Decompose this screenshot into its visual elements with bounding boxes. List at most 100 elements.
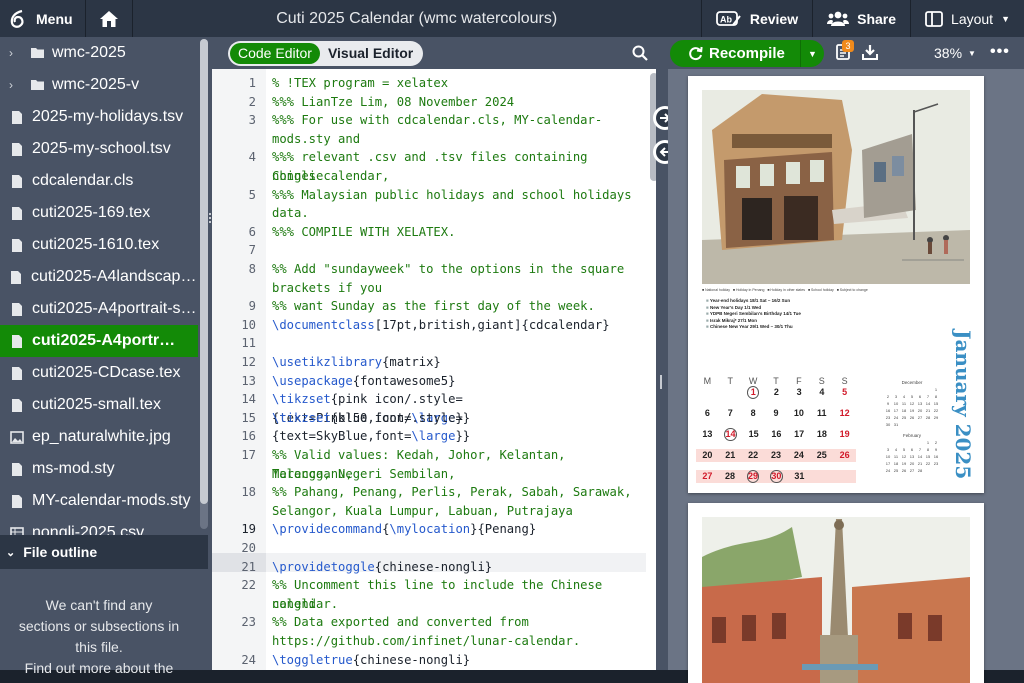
calendar-week-row: 6 7 8 9 10 11 12 [696, 407, 856, 428]
share-button[interactable]: Share [813, 0, 910, 37]
code-line[interactable]: \providecommand{\mylocation}{Penang} [272, 520, 644, 539]
mini-calendar-day: 6 [910, 447, 914, 452]
logs-button[interactable]: 3 [836, 40, 854, 65]
holiday-entry: YDPB Negeri Sembilan's Birthday 14/1 Tue [706, 311, 801, 318]
file-tree-item[interactable]: cuti2025-A4portrait-s… [0, 293, 198, 325]
review-icon: Ab [715, 10, 741, 26]
project-title[interactable]: Cuti 2025 Calendar (wmc watercolours) [133, 10, 701, 28]
home-button[interactable] [86, 0, 132, 37]
file-tree-item[interactable]: cuti2025-1610.tex [0, 229, 198, 261]
code-line[interactable]: %% Pahang, Penang, Perlis, Perak, Sabah,… [272, 483, 644, 502]
pdf-viewer[interactable]: ■ National holiday ■ Holiday in Penang ■… [668, 69, 1024, 683]
file-tree-item[interactable]: cuti2025-169.tex [0, 197, 198, 229]
mini-calendar-blank [900, 387, 908, 392]
code-line[interactable]: mods.sty and [272, 130, 644, 149]
layout-label: Layout [951, 10, 994, 27]
recompile-options-button[interactable]: ▼ [800, 40, 824, 67]
layout-button[interactable]: Layout ▼ [911, 0, 1024, 37]
download-pdf-button[interactable] [862, 44, 878, 65]
visual-editor-tab[interactable]: Visual Editor [320, 43, 421, 64]
file-tree-item[interactable]: ms-mod.sty [0, 453, 198, 485]
recompile-button[interactable]: Recompile ▼ [670, 40, 824, 67]
file-tree-item[interactable]: cuti2025-A4landscape… [0, 261, 198, 293]
code-line[interactable]: nongli calendar, [272, 167, 644, 186]
mini-calendar-day: 25 [901, 415, 907, 420]
table-file-icon [6, 526, 28, 535]
editor-mode-toggle[interactable]: Code Editor Visual Editor [228, 40, 424, 66]
file-tree-item[interactable]: ep_naturalwhite.jpg [0, 421, 198, 453]
mini-calendar-day: 5 [902, 447, 906, 452]
file-tree-scrollbar[interactable] [200, 39, 208, 529]
file-tree-item[interactable]: › wmc-2025-v [0, 69, 198, 101]
code-line[interactable]: %% Data exported and converted from [272, 613, 644, 632]
search-icon[interactable] [632, 45, 648, 61]
code-line[interactable]: %% Add "sundayweek" to the options in th… [272, 260, 644, 279]
file-icon [6, 110, 28, 125]
mini-calendar-day: 2 [886, 394, 890, 399]
code-line[interactable]: %%% Malaysian public holidays and school… [272, 186, 644, 205]
file-tree-item[interactable]: MY-calendar-mods.sty [0, 485, 198, 517]
menu-button[interactable]: Menu [0, 0, 85, 37]
calendar-day: 10 [793, 408, 804, 418]
file-tree-item[interactable]: cuti2025-A4portr… [0, 325, 198, 357]
chevron-right-icon[interactable]: › [0, 46, 22, 60]
file-icon [6, 398, 28, 413]
file-tree-item[interactable]: cdcalendar.cls [0, 165, 198, 197]
code-line[interactable]: %%% For use with cdcalendar.cls, MY-cale… [272, 111, 644, 130]
chevron-down-icon: ⌄ [6, 546, 16, 559]
pane-divider[interactable] [653, 69, 677, 670]
line-number: 15 [241, 410, 256, 425]
file-icon [6, 334, 28, 349]
code-line[interactable]: data. [272, 204, 644, 223]
layout-icon [925, 10, 943, 27]
calendar-day: 24 [793, 450, 804, 460]
file-tree-item[interactable]: nongli-2025.csv [0, 517, 198, 535]
chevron-right-icon[interactable]: › [0, 78, 22, 92]
file-tree-item[interactable]: › wmc-2025 [0, 37, 198, 69]
review-button[interactable]: Ab Review [702, 0, 812, 37]
code-line[interactable]: brackets if you [272, 279, 644, 298]
mini-calendar-blank [892, 387, 900, 392]
mini-calendar-day: 21 [917, 461, 923, 466]
scrollbar-thumb[interactable] [200, 39, 208, 504]
file-tree-item[interactable]: cuti2025-small.tex [0, 389, 198, 421]
code-line[interactable]: \usepackage{fontawesome5} [272, 372, 644, 391]
more-options-icon[interactable]: ••• [990, 43, 1010, 61]
zoom-dropdown[interactable]: 38% ▼ [934, 45, 976, 61]
file-tree-label: cuti2025-A4portrait-s… [32, 300, 197, 317]
mini-calendar-day: 12 [901, 454, 907, 459]
code-line[interactable]: \documentclass[17pt,british,giant]{cdcal… [272, 316, 644, 335]
code-line[interactable]: Selangor, Kuala Lumpur, Labuan, Putrajay… [272, 502, 644, 521]
resize-handle-grip[interactable] [660, 375, 664, 389]
file-tree-item[interactable]: cuti2025-CDcase.tex [0, 357, 198, 389]
refresh-icon [689, 46, 703, 61]
mini-calendar-blank [900, 440, 908, 445]
file-tree-item[interactable]: 2025-my-holidays.tsv [0, 101, 198, 133]
outline-help-link[interactable]: Find out more about the [14, 658, 184, 679]
code-line[interactable]: \tikzset{blue icon/.style={text=SkyBlue,… [272, 409, 644, 446]
code-line[interactable]: \usetikzlibrary{matrix} [272, 353, 644, 372]
line-number: 8 [248, 262, 256, 276]
code-line[interactable]: %%% LianTze Lim, 08 November 2024 [272, 93, 644, 112]
code-line[interactable]: %%% COMPILE WITH XELATEX. [272, 223, 644, 242]
calendar-day: 16 [771, 429, 782, 439]
code-line[interactable]: %% want Sunday as the first day of the w… [272, 297, 644, 316]
code-line[interactable]: % !TEX program = xelatex [272, 74, 644, 93]
calendar-week-row: 20 21 22 23 24 25 26 [696, 449, 856, 470]
code-line[interactable]: calendar. [272, 595, 644, 614]
file-tree-item[interactable]: 2025-my-school.tsv [0, 133, 198, 165]
line-number: 18 [241, 485, 256, 500]
code-line[interactable]: \toggletrue{chinese-nongli} [272, 651, 644, 670]
code-line[interactable]: \providetoggle{chinese-nongli} [272, 558, 644, 577]
code-line[interactable]: https://github.com/infinet/lunar-calenda… [272, 632, 644, 651]
code-content[interactable]: % !TEX program = xelatex%%% LianTze Lim,… [266, 69, 646, 670]
mini-calendar-day: 4 [902, 394, 906, 399]
file-icon [6, 174, 28, 189]
code-editor-tab[interactable]: Code Editor [230, 42, 320, 64]
code-line[interactable]: Malacca, Negeri Sembilan, [272, 465, 644, 484]
calendar-day: 29 [746, 470, 760, 483]
fountain-watercolour-image [702, 517, 970, 683]
calendar-day: 30 [770, 470, 783, 483]
weekday-header: MTWTFSS [696, 376, 856, 386]
file-outline-header[interactable]: ⌄ File outline [0, 535, 212, 569]
